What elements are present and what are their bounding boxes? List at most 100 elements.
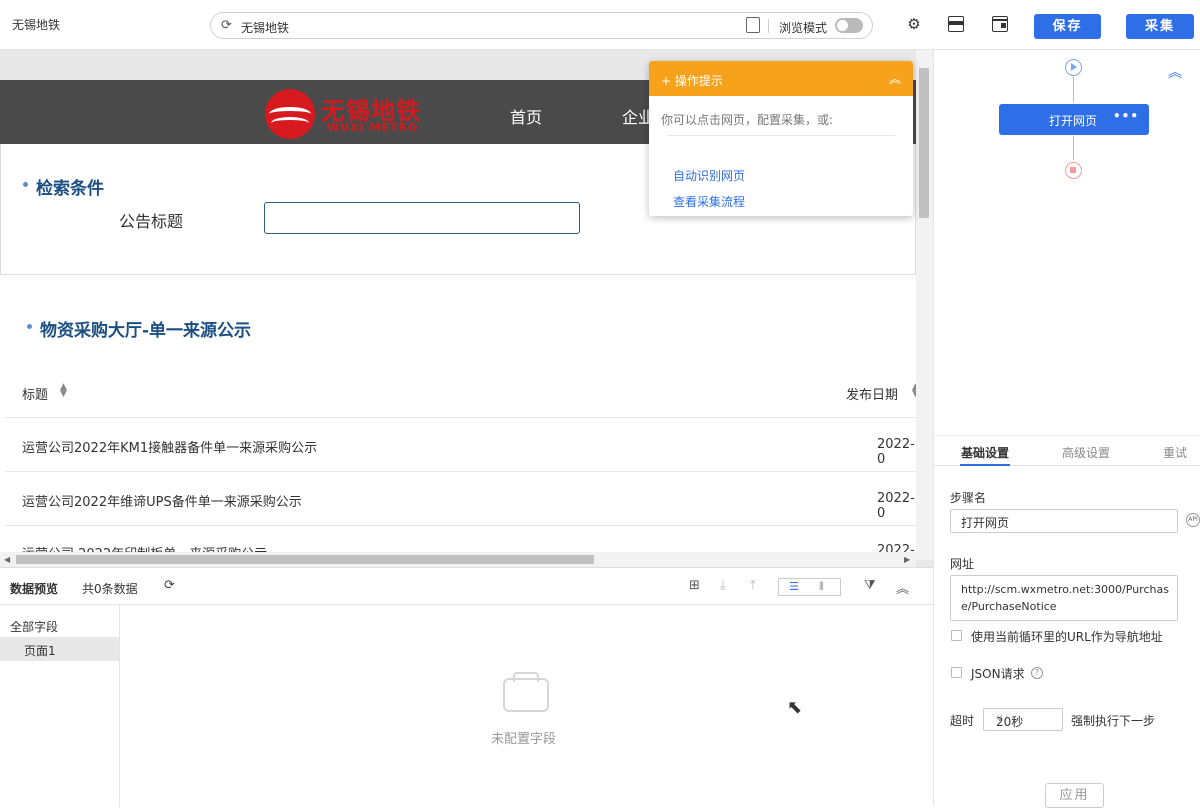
- collapse-up-icon[interactable]: ︽: [889, 70, 901, 87]
- mouse-cursor-icon: ⬉: [787, 697, 803, 718]
- collect-button[interactable]: 采集: [1126, 14, 1194, 39]
- page-item-label: 页面1: [24, 644, 56, 658]
- upload-icon[interactable]: ⤒: [750, 578, 756, 593]
- json-request-checkbox[interactable]: [951, 667, 962, 678]
- scroll-left-icon[interactable]: ◀: [4, 555, 10, 564]
- scrollbar-thumb[interactable]: [919, 68, 929, 218]
- view-flow-link[interactable]: 查看采集流程: [673, 193, 745, 210]
- toggle-knob: [837, 20, 848, 31]
- step-name-value: 打开网页: [961, 516, 1010, 530]
- record-count: 共0条数据: [82, 582, 138, 596]
- reload-icon[interactable]: ⟳: [221, 18, 232, 33]
- horizontal-scrollbar[interactable]: ◀ ▶: [0, 552, 916, 567]
- help-icon[interactable]: ?: [1031, 667, 1043, 679]
- flow-start-icon[interactable]: [1065, 59, 1082, 76]
- row-divider: [5, 525, 916, 526]
- tab-advanced-settings[interactable]: 高级设置: [1062, 444, 1110, 461]
- list-view-icon[interactable]: ☰: [789, 580, 799, 593]
- row-divider: [5, 471, 916, 472]
- top-toolbar: 无锡地铁 ⟳ 无锡地铁 浏览模式 ⚙ 保存 采集: [0, 0, 1200, 50]
- layout-side-panel-icon[interactable]: [992, 16, 1008, 32]
- app-title: 无锡地铁: [12, 18, 61, 32]
- tip-title: + 操作提示: [661, 74, 723, 88]
- nav-home[interactable]: 首页: [510, 104, 542, 128]
- tip-header: + 操作提示 ︽: [649, 61, 913, 96]
- more-options-icon[interactable]: •••: [1113, 109, 1139, 123]
- table-row-date: 2022-0: [877, 491, 915, 521]
- bullet-icon: [27, 324, 32, 329]
- table-row-date: 2022-0: [877, 437, 915, 467]
- browse-mode-toggle[interactable]: [835, 18, 863, 33]
- sort-icon[interactable]: ▲▼: [60, 383, 67, 399]
- flow-end-icon[interactable]: [1065, 162, 1082, 179]
- step-name-input[interactable]: 打开网页: [950, 509, 1178, 533]
- url-textarea[interactable]: http://scm.wxmetro.net:3000/Purchase/Pur…: [950, 575, 1178, 621]
- all-fields-item[interactable]: 全部字段: [10, 618, 58, 635]
- timeout-label: 超时: [950, 714, 975, 728]
- table-row-title[interactable]: 运营公司2022年KM1接触器备件单一来源采购公示: [22, 437, 317, 456]
- page-source-icon[interactable]: [746, 17, 760, 33]
- field-list: 全部字段 页面1: [0, 605, 120, 807]
- api-icon[interactable]: API: [1186, 513, 1200, 527]
- flow-node-open-page[interactable]: 打开网页 •••: [999, 104, 1149, 135]
- column-header-date[interactable]: 发布日期: [846, 384, 898, 403]
- collapse-up-icon[interactable]: ︽: [896, 578, 909, 597]
- webpage-view[interactable]: 无锡地铁 WUXI METRO 首页 企业 检索条件 公告标题 物资采购大厅-单…: [0, 50, 933, 567]
- address-bar[interactable]: ⟳ 无锡地铁 浏览模式: [210, 12, 873, 39]
- collapse-up-icon[interactable]: ︽: [1168, 62, 1182, 82]
- page-item[interactable]: 页面1: [0, 637, 119, 661]
- browse-mode-label: 浏览模式: [779, 21, 828, 35]
- search-field-label: 公告标题: [119, 212, 184, 231]
- flow-node-label: 打开网页: [1049, 114, 1098, 128]
- filter-icon[interactable]: ⧩: [864, 578, 876, 593]
- column-view-icon[interactable]: ⦀: [819, 580, 824, 594]
- tab-retry[interactable]: 重试: [1163, 444, 1187, 461]
- tab-basic-settings[interactable]: 基础设置: [961, 444, 1009, 461]
- empty-inbox-icon: [503, 672, 549, 712]
- use-loop-url-checkbox[interactable]: [951, 630, 962, 641]
- address-text[interactable]: 无锡地铁: [241, 19, 289, 36]
- table-row-title[interactable]: 运营公司2022年维谛UPS备件单一来源采购公示: [22, 491, 302, 510]
- timeout-select[interactable]: 20秒 ∨: [983, 708, 1063, 731]
- title-search-input[interactable]: [264, 202, 580, 234]
- flow-connector: [1073, 136, 1074, 160]
- logo-english: WUXI METRO: [327, 121, 419, 134]
- view-mode-toggle[interactable]: ☰ ⦀: [778, 578, 841, 596]
- timeout-suffix: 强制执行下一步: [1071, 714, 1156, 728]
- json-request-label: JSON请求: [971, 667, 1025, 681]
- active-tab-indicator: [960, 464, 1010, 466]
- divider: [768, 19, 769, 33]
- save-button[interactable]: 保存: [1034, 14, 1101, 39]
- scrollbar-thumb[interactable]: [16, 555, 594, 564]
- scroll-right-icon[interactable]: ▶: [904, 555, 910, 564]
- settings-tabs: 基础设置 高级设置 重试: [934, 435, 1200, 466]
- use-loop-url-label: 使用当前循环里的URL作为导航地址: [971, 630, 1163, 644]
- divider: [667, 135, 895, 136]
- refresh-icon[interactable]: ⟳: [164, 578, 175, 593]
- row-divider: [5, 417, 916, 418]
- site-logo[interactable]: 无锡地铁 WUXI METRO: [265, 89, 435, 139]
- operation-tip-popup: + 操作提示 ︽ 你可以点击网页，配置采集，或: 自动识别网页 查看采集流程: [649, 61, 913, 216]
- auto-detect-link[interactable]: 自动识别网页: [673, 167, 745, 184]
- list-section-title: 物资采购大厅-单一来源公示: [40, 321, 252, 341]
- step-name-label: 步骤名: [950, 491, 987, 505]
- tip-description: 你可以点击网页，配置采集，或:: [661, 113, 834, 127]
- data-preview-panel: 数据预览 共0条数据 ⟳ ⊞ ⤓ ⤒ ☰ ⦀ ⧩ ︽ 全部字段 页面1 未配置字…: [0, 567, 933, 807]
- chevron-down-icon: ∨: [996, 713, 1004, 724]
- download-icon[interactable]: ⤓: [720, 578, 726, 593]
- preview-title: 数据预览: [10, 582, 59, 596]
- vertical-scrollbar[interactable]: [916, 50, 933, 560]
- url-value: http://scm.wxmetro.net:3000/Purchase/Pur…: [961, 583, 1169, 613]
- bullet-icon: [23, 182, 28, 187]
- apply-button[interactable]: 应用: [1045, 783, 1104, 808]
- layout-top-panel-icon[interactable]: [948, 16, 964, 32]
- gear-icon[interactable]: ⚙: [906, 16, 922, 32]
- search-section-title: 检索条件: [36, 179, 104, 199]
- empty-state-text: 未配置字段: [491, 732, 557, 747]
- flow-connector: [1073, 77, 1074, 102]
- preview-toolbar: 数据预览 共0条数据 ⟳ ⊞ ⤓ ⤒ ☰ ⦀ ⧩ ︽: [0, 568, 933, 605]
- add-field-icon[interactable]: ⊞: [689, 578, 700, 593]
- column-header-title[interactable]: 标题: [22, 384, 48, 403]
- url-label: 网址: [950, 557, 975, 571]
- settings-panel: 打开网页 ••• ︽ 基础设置 高级设置 重试 步骤名 打开网页 API 网址 …: [933, 50, 1200, 808]
